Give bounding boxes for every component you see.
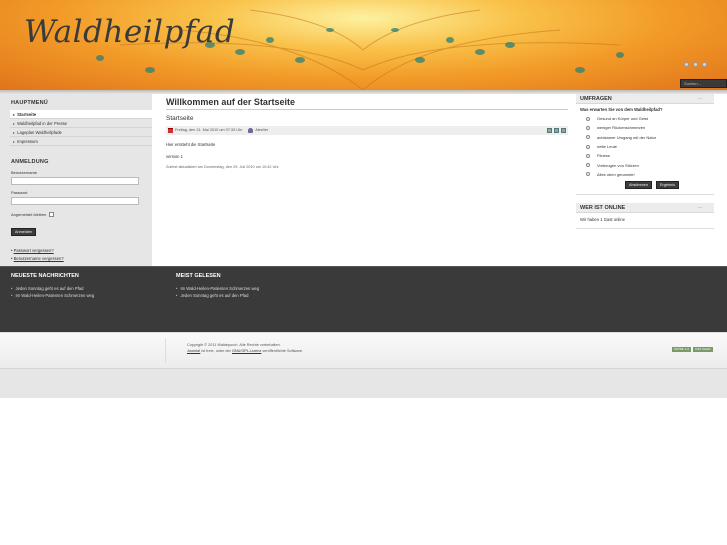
joomla-link[interactable]: Joomla! xyxy=(187,349,200,353)
site-logo[interactable]: Waldheilpfad xyxy=(24,14,235,50)
bullet-icon: ▸ xyxy=(13,112,16,117)
forgot-password-link[interactable]: • Passwort vergessen? xyxy=(11,247,152,255)
poll-radio[interactable] xyxy=(586,144,590,149)
results-button[interactable]: Ergebnis xyxy=(656,181,679,190)
menu-item-label: Impressum xyxy=(17,139,38,144)
login-title: ANMELDUNG xyxy=(11,159,49,165)
article-body-line1: Hier entsteht die Startseite xyxy=(166,142,216,147)
online-module: WER IST ONLINE — Wir haben 1 Gast online xyxy=(576,203,714,230)
poll-option[interactable]: nette Leute xyxy=(580,142,710,151)
poll-radio[interactable] xyxy=(586,163,590,168)
poll-option[interactable]: Fitness xyxy=(580,151,710,160)
password-label: Passwort xyxy=(11,190,28,195)
pdf-icon[interactable] xyxy=(547,128,552,133)
right-sidebar: UMFRAGEN — Was erwarten Sie von dem Waldh… xyxy=(576,94,714,230)
login-form: Benutzername Passwort Angemeldet bleiben… xyxy=(11,170,152,262)
poll-option[interactable]: achtsamer Umgang mit der Natur xyxy=(580,133,710,142)
poll-module: UMFRAGEN — Was erwarten Sie von dem Waldh… xyxy=(576,94,714,196)
popular-list: Im Wald-Heilen-Patienten Schmerzen weg J… xyxy=(176,285,259,299)
poll-option[interactable]: Vorbeugen von Stürzen xyxy=(580,160,710,169)
search-input[interactable]: Suchen... xyxy=(680,79,727,88)
validation-badges: XHTML 1.0 CSS VALID xyxy=(672,347,713,352)
poll-option[interactable]: weniger Rückenschmerzen xyxy=(580,123,710,132)
main-content: Willkommen auf der Startseite Startseite… xyxy=(166,94,568,169)
username-label: Benutzername xyxy=(11,170,38,175)
left-sidebar: HAUPTMENÜ ▸ Startseite ▸ Waldheilpfad in d… xyxy=(0,94,152,266)
menu-item-label: Waldheilpfad in der Presse xyxy=(17,121,67,126)
collapse-icon[interactable]: — xyxy=(698,94,703,104)
footer-bar: Copyright © 2011 Waldepurch. Alle Rechte… xyxy=(0,332,727,368)
poll-radio[interactable] xyxy=(586,125,590,130)
font-reset-icon[interactable] xyxy=(693,62,698,67)
header-banner: Waldheilpfad Suchen... xyxy=(0,0,727,90)
menu-item-startseite[interactable]: ▸ Startseite xyxy=(10,110,152,119)
bullet-icon: ▸ xyxy=(13,130,16,135)
user-icon xyxy=(248,128,254,133)
popular-title: MEIST GELESEN xyxy=(176,273,221,279)
footer-modules: NEUESTE NACHRICHTEN Jeden Sonntag geht e… xyxy=(0,266,727,332)
forgot-username-link[interactable]: • Benutzername vergessen? xyxy=(11,255,152,263)
font-size-controls[interactable] xyxy=(684,62,707,67)
page-title: Willkommen auf der Startseite xyxy=(166,94,568,110)
collapse-icon[interactable]: — xyxy=(698,203,703,213)
username-field[interactable] xyxy=(11,177,139,185)
password-field[interactable] xyxy=(11,197,139,205)
font-decrease-icon[interactable] xyxy=(702,62,707,67)
article-author: Ateelier xyxy=(255,128,269,132)
news-link[interactable]: Im Wald-Heilen-Patienten Schmerzen weg xyxy=(11,292,94,299)
remember-label: Angemeldet bleiben xyxy=(11,212,47,217)
page: Waldheilpfad Suchen... HAUPTMENÜ ▸ Starts… xyxy=(0,0,727,545)
email-icon[interactable] xyxy=(561,128,566,133)
bullet-icon: ▸ xyxy=(13,121,16,126)
article-body-line2: version 1 xyxy=(166,154,183,159)
article-tools xyxy=(547,128,566,133)
news-link[interactable]: Jeden Sonntag geht es auf den Pfad xyxy=(11,285,94,292)
article-meta: Freitag, den 21. Mai 2010 um 07:33 Uhr A… xyxy=(166,126,568,135)
remember-row: Angemeldet bleiben xyxy=(11,212,152,217)
gnu-license-link[interactable]: GNU/GPL-Lizenz xyxy=(232,349,261,353)
bullet-icon: ▸ xyxy=(13,139,16,144)
css-badge[interactable]: CSS VALID xyxy=(693,347,713,352)
menu-item-presse[interactable]: ▸ Waldheilpfad in der Presse xyxy=(10,119,152,128)
poll-title: UMFRAGEN — xyxy=(576,94,714,104)
main-menu-title: HAUPTMENÜ xyxy=(11,100,48,106)
remember-checkbox[interactable] xyxy=(49,212,55,217)
last-updated: Zuletzt aktualisiert am Donnerstag, den … xyxy=(166,165,279,169)
login-button[interactable]: Anmelden xyxy=(11,228,37,236)
popular-link[interactable]: Jeden Sonntag geht es auf den Pfad xyxy=(176,292,259,299)
news-title: NEUESTE NACHRICHTEN xyxy=(11,273,79,279)
print-icon[interactable] xyxy=(554,128,559,133)
article-date: Freitag, den 21. Mai 2010 um 07:33 Uhr xyxy=(175,128,243,132)
poll-body: Was erwarten Sie von dem Waldheilpfad? G… xyxy=(576,104,714,195)
page-bottom xyxy=(0,368,727,398)
poll-radio[interactable] xyxy=(586,116,590,121)
online-title: WER IST ONLINE — xyxy=(576,203,714,214)
poll-radio[interactable] xyxy=(586,153,590,158)
article-title[interactable]: Startseite xyxy=(166,115,568,122)
poll-option[interactable]: Gesund an Körper und Geist xyxy=(580,114,710,123)
copyright: Copyright © 2011 Waldepurch. Alle Rechte… xyxy=(187,342,303,354)
footer-divider xyxy=(165,339,166,363)
license-line: Joomla! ist freie, unter der GNU/GPL-Liz… xyxy=(187,349,304,353)
poll-question: Was erwarten Sie von dem Waldheilpfad? xyxy=(580,107,663,112)
poll-option[interactable]: Alles oben genannte! xyxy=(580,170,710,179)
menu-item-label: Startseite xyxy=(17,112,37,117)
calendar-icon xyxy=(168,128,173,133)
menu-item-impressum[interactable]: ▸ Impressum xyxy=(10,137,152,146)
popular-link[interactable]: Im Wald-Heilen-Patienten Schmerzen weg xyxy=(176,285,259,292)
online-text: Wir haben 1 Gast online xyxy=(576,213,714,229)
font-increase-icon[interactable] xyxy=(684,62,689,67)
poll-radio[interactable] xyxy=(586,172,590,177)
poll-radio[interactable] xyxy=(586,135,590,140)
menu-item-label: Lageplan Waldheilpfade xyxy=(17,130,62,135)
login-links: • Passwort vergessen? • Benutzername ver… xyxy=(11,247,152,262)
news-list: Jeden Sonntag geht es auf den Pfad Im Wa… xyxy=(11,285,94,299)
vote-button[interactable]: Abstimmen xyxy=(625,181,652,190)
xhtml-badge[interactable]: XHTML 1.0 xyxy=(672,347,692,352)
main-menu: ▸ Startseite ▸ Waldheilpfad in der Presse … xyxy=(10,110,152,146)
menu-item-lageplan[interactable]: ▸ Lageplan Waldheilpfade xyxy=(10,128,152,137)
